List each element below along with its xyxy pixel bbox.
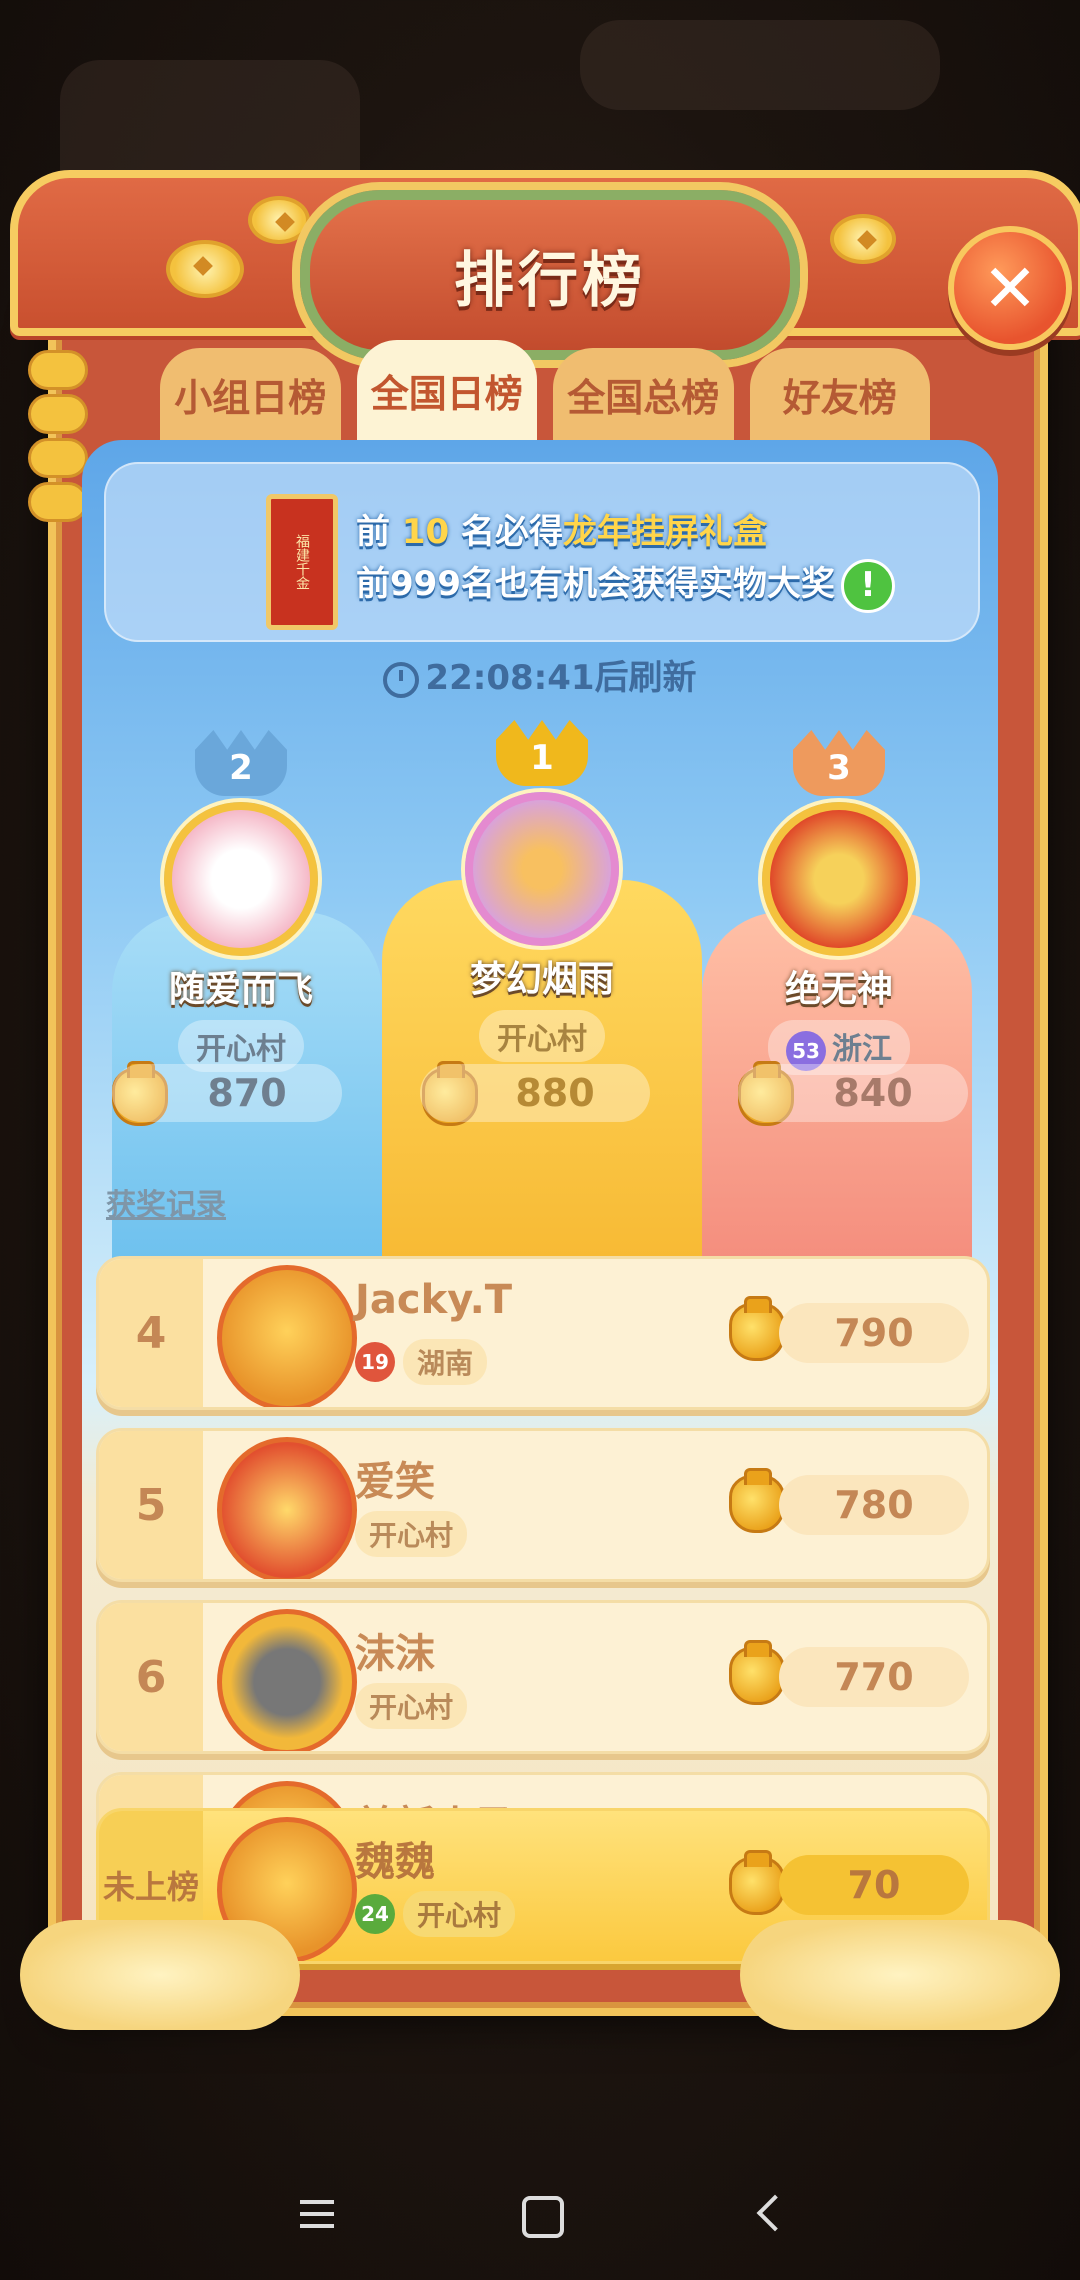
close-button[interactable]: ✕ bbox=[948, 226, 1072, 350]
player-name: 沫沫 bbox=[355, 1631, 435, 1677]
player-score: 840 bbox=[738, 1064, 968, 1122]
crown-icon: 3 bbox=[793, 730, 885, 796]
rank-number: 6 bbox=[99, 1603, 203, 1751]
system-nav-bar bbox=[0, 2150, 1080, 2280]
tab-group-daily[interactable]: 小组日榜 bbox=[160, 348, 341, 440]
avatar bbox=[217, 1609, 357, 1751]
avatar bbox=[217, 1265, 357, 1407]
player-score: 780 bbox=[779, 1475, 969, 1535]
player-meta: 开心村 bbox=[355, 1683, 468, 1729]
player-score: 770 bbox=[779, 1647, 969, 1707]
prize-scroll-image: 福建千金 bbox=[266, 494, 338, 630]
player-name: 爱笑 bbox=[355, 1459, 435, 1505]
player-location: 开心村 bbox=[479, 1010, 605, 1062]
player-location: 开心村 bbox=[403, 1891, 516, 1937]
leaderboard-panel: 福建千金 前 10 名必得龙年挂屏礼盒 前999名也有机会获得实物大奖! 22:… bbox=[82, 440, 998, 1960]
prize-notice: 福建千金 前 10 名必得龙年挂屏礼盒 前999名也有机会获得实物大奖! bbox=[104, 462, 980, 642]
level-badge: 19 bbox=[355, 1342, 395, 1382]
podium-second[interactable]: 2 随爱而飞 开心村 bbox=[91, 730, 391, 1072]
list-item[interactable]: 4 Jacky.T 19 湖南 790 bbox=[96, 1256, 990, 1410]
coin-bag-icon bbox=[729, 1296, 785, 1361]
player-meta: 24 开心村 bbox=[355, 1891, 516, 1937]
cloud-decoration bbox=[740, 1920, 1060, 2030]
player-score: 880 bbox=[420, 1064, 650, 1122]
crown-icon: 1 bbox=[496, 720, 588, 786]
player-name: Jacky.T bbox=[355, 1277, 513, 1323]
player-location: 湖南 bbox=[403, 1339, 488, 1385]
avatar bbox=[217, 1437, 357, 1579]
coin-decoration bbox=[166, 240, 244, 298]
avatar bbox=[465, 792, 619, 946]
rank-number: 4 bbox=[99, 1259, 203, 1407]
coin-decoration bbox=[830, 214, 896, 264]
player-name: 梦幻烟雨 bbox=[469, 959, 614, 1000]
title-plaque: 排行榜 bbox=[300, 190, 800, 360]
coin-decoration bbox=[248, 196, 310, 244]
player-name: 绝无神 bbox=[784, 969, 893, 1010]
podium-third[interactable]: 3 绝无神 53 浙江 bbox=[689, 730, 989, 1075]
cloud-decoration bbox=[20, 1920, 300, 2030]
tab-friends[interactable]: 好友榜 bbox=[749, 348, 930, 440]
list-item[interactable]: 6 沫沫 开心村 770 bbox=[96, 1600, 990, 1754]
player-name: 随爱而飞 bbox=[168, 969, 313, 1010]
background-blur bbox=[580, 20, 940, 110]
coin-bag-icon bbox=[729, 1640, 785, 1705]
list-item[interactable]: 5 爱笑 开心村 780 bbox=[96, 1428, 990, 1582]
home-icon[interactable] bbox=[522, 2196, 564, 2238]
player-location: 开心村 bbox=[355, 1683, 468, 1729]
back-icon[interactable] bbox=[756, 2194, 794, 2232]
award-record-link[interactable]: 获奖记录 bbox=[106, 1180, 226, 1224]
menu-icon[interactable] bbox=[300, 2200, 334, 2228]
close-icon: ✕ bbox=[982, 249, 1038, 327]
player-score: 790 bbox=[779, 1303, 969, 1363]
player-score: 70 bbox=[779, 1855, 969, 1915]
player-location: 开心村 bbox=[355, 1511, 468, 1557]
tab-national-daily[interactable]: 全国日榜 bbox=[356, 340, 537, 440]
notice-line-1: 前 10 名必得龙年挂屏礼盒 bbox=[356, 512, 768, 552]
coin-bag-icon bbox=[729, 1850, 785, 1915]
refresh-timer: 22:08:41后刷新 bbox=[82, 650, 998, 699]
info-icon[interactable]: ! bbox=[840, 558, 895, 613]
level-badge: 24 bbox=[355, 1894, 395, 1934]
coin-string-decoration bbox=[28, 350, 88, 530]
coin-bag-icon bbox=[729, 1468, 785, 1533]
player-name: 魏魏 bbox=[355, 1839, 435, 1885]
podium-first[interactable]: 1 梦幻烟雨 开心村 bbox=[392, 720, 692, 1062]
crown-icon: 2 bbox=[195, 730, 287, 796]
player-meta: 开心村 bbox=[355, 1511, 468, 1557]
avatar bbox=[164, 802, 318, 956]
tab-bar: 小组日榜 全国日榜 全国总榜 好友榜 bbox=[160, 340, 930, 440]
notice-line-2: 前999名也有机会获得实物大奖! bbox=[356, 556, 895, 613]
avatar bbox=[762, 802, 916, 956]
clock-icon bbox=[383, 661, 420, 698]
rank-number: 5 bbox=[99, 1431, 203, 1579]
player-score: 870 bbox=[112, 1064, 342, 1122]
tab-national-total[interactable]: 全国总榜 bbox=[553, 348, 734, 440]
page-title: 排行榜 bbox=[454, 245, 646, 316]
player-meta: 19 湖南 bbox=[355, 1339, 488, 1385]
